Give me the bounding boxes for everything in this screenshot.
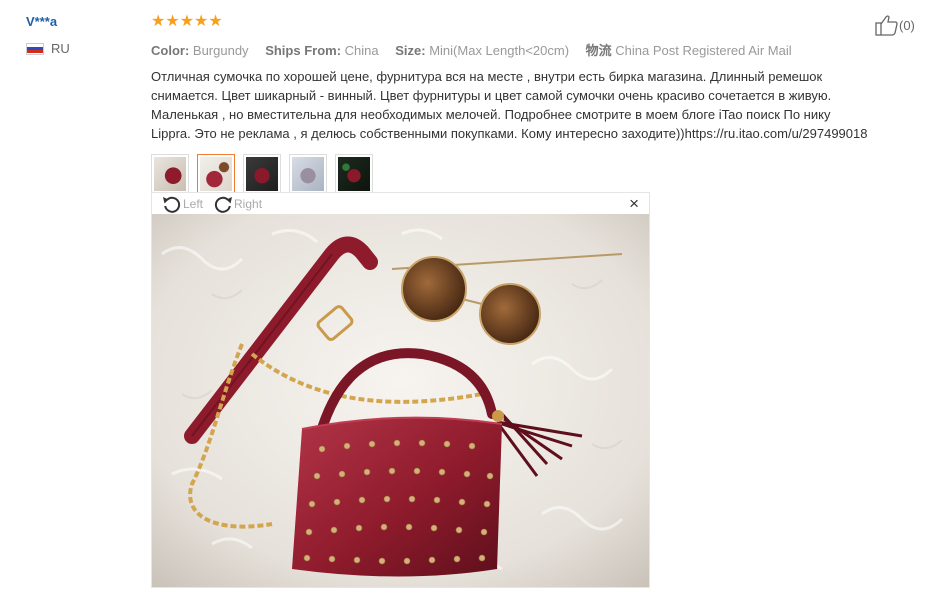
photo-thumbnail[interactable] — [289, 154, 327, 194]
country-code: RU — [51, 41, 70, 56]
rotate-right-button[interactable]: Right — [213, 195, 262, 213]
photo-thumbnails — [151, 154, 871, 200]
bag-photo-image — [152, 214, 649, 587]
meta-ships-from: Ships From: China — [265, 43, 379, 58]
reviewer-country: RU — [26, 41, 136, 56]
reviewer-name: V***a — [26, 14, 58, 29]
viewer-toolbar: Left Right × — [152, 193, 649, 214]
thumbnail-image — [154, 157, 186, 191]
order-info: Color: Burgundy Ships From: China Size: … — [151, 40, 871, 59]
reviewer-info: V***a RU — [26, 14, 136, 56]
review-text: Отличная сумочка по хорошей цене, фурнит… — [151, 69, 868, 141]
rotate-left-button[interactable]: Left — [162, 195, 203, 213]
thumbnail-image — [200, 157, 232, 191]
helpful-count: (0) — [899, 17, 915, 33]
rotate-left-icon — [163, 196, 181, 213]
russia-flag-icon — [26, 42, 44, 55]
review-content: ★★★★★ Color: Burgundy Ships From: China … — [151, 13, 871, 200]
photo-thumbnail[interactable] — [151, 154, 189, 194]
photo-thumbnail[interactable] — [335, 154, 373, 194]
photo-thumbnail[interactable] — [243, 154, 281, 194]
star-rating: ★★★★★ — [151, 13, 223, 30]
thumbs-up-icon — [875, 15, 898, 36]
rotate-left-label: Left — [183, 196, 204, 211]
close-viewer-button[interactable]: × — [629, 194, 639, 214]
rotate-right-icon — [214, 196, 233, 213]
meta-color: Color: Burgundy — [151, 43, 249, 58]
thumbnail-image — [338, 157, 370, 191]
photo-viewer: Left Right × — [151, 192, 650, 588]
photo-thumbnail-selected[interactable] — [197, 154, 235, 200]
meta-logistics: 物流 China Post Registered Air Mail — [585, 43, 792, 58]
thumbnail-image — [292, 157, 324, 191]
rotate-right-label: Right — [234, 196, 263, 211]
thumbnail-image — [246, 157, 278, 191]
helpful-vote[interactable]: (0) — [875, 14, 915, 36]
review-photo — [152, 214, 649, 587]
meta-size: Size: Mini(Max Length<20cm) — [395, 43, 570, 58]
